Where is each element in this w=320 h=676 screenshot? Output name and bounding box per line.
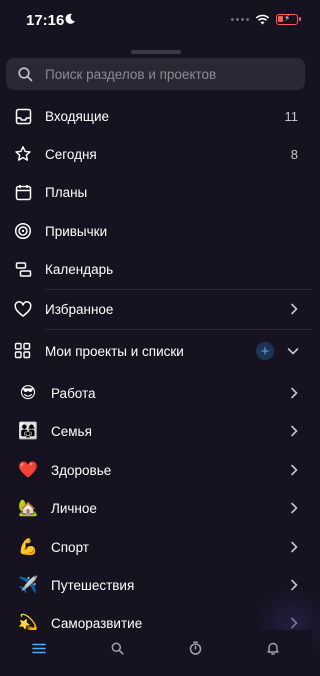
project-label: Здоровье <box>51 462 112 478</box>
project-label: Спорт <box>51 539 89 555</box>
status-time: 17:16 <box>26 12 65 29</box>
menu-item-favorites[interactable]: Избранное <box>0 290 312 328</box>
drag-handle[interactable] <box>131 50 181 54</box>
divider <box>45 329 312 330</box>
status-bar: 17:16 ⚡ <box>0 0 312 40</box>
search-icon <box>18 66 33 81</box>
menu-item-habits[interactable]: Привычки <box>0 212 312 250</box>
project-item-health[interactable]: ❤️ Здоровье <box>0 451 312 489</box>
bell-icon[interactable] <box>263 638 283 658</box>
chevron-right-icon <box>291 541 298 553</box>
timeline-icon <box>14 260 32 278</box>
menu-item-label: Сегодня <box>45 146 97 162</box>
menu-item-label: Избранное <box>45 301 114 317</box>
project-label: Саморазвитие <box>51 615 143 631</box>
inbox-icon <box>14 107 32 125</box>
wifi-icon <box>255 14 270 25</box>
menu-icon[interactable] <box>29 638 49 658</box>
menu-item-label: Планы <box>45 184 88 200</box>
project-emoji: 💪 <box>18 537 38 556</box>
menu-item-plans[interactable]: Планы <box>0 173 312 211</box>
chevron-right-icon <box>291 387 298 399</box>
project-item-personal[interactable]: 🏡 Личное <box>0 489 312 527</box>
chevron-right-icon <box>291 502 298 514</box>
project-label: Работа <box>51 385 96 401</box>
project-emoji: 👨‍👩‍👧 <box>18 421 38 440</box>
target-icon <box>14 222 32 240</box>
menu-item-inbox[interactable]: Входящие 11 <box>0 97 312 135</box>
star-icon <box>14 145 32 163</box>
project-label: Семья <box>51 423 92 439</box>
timer-icon[interactable] <box>185 638 205 658</box>
calendar-icon <box>14 183 32 201</box>
chevron-right-icon <box>291 464 298 476</box>
projects-header-label: Мои проекты и списки <box>45 344 184 359</box>
chevron-right-icon <box>291 303 298 315</box>
chevron-right-icon <box>291 425 298 437</box>
heart-icon <box>14 300 32 318</box>
project-label: Личное <box>51 500 97 516</box>
project-emoji: ✈️ <box>18 575 38 594</box>
projects-header[interactable]: Мои проекты и списки + <box>0 332 312 370</box>
battery-icon: ⚡ <box>276 13 301 25</box>
project-label: Путешествия <box>51 577 135 593</box>
search-icon[interactable] <box>107 638 127 658</box>
search-input[interactable]: Поиск разделов и проектов <box>6 58 305 90</box>
moon-icon <box>65 13 75 24</box>
project-emoji: ❤️ <box>18 460 38 479</box>
search-placeholder: Поиск разделов и проектов <box>45 66 217 82</box>
menu-item-label: Привычки <box>45 223 108 239</box>
project-emoji: 🏡 <box>18 498 38 517</box>
inbox-count-badge: 11 <box>284 108 299 124</box>
bottom-nav <box>0 630 312 676</box>
menu-item-label: Входящие <box>45 108 110 124</box>
project-item-work[interactable]: 😎 Работа <box>0 374 312 412</box>
grid-icon <box>14 342 31 364</box>
menu-item-today[interactable]: Сегодня 8 <box>0 135 312 173</box>
project-item-sport[interactable]: 💪 Спорт <box>0 528 312 566</box>
chevron-down-icon[interactable] <box>287 347 299 355</box>
today-count-badge: 8 <box>290 146 298 162</box>
project-item-family[interactable]: 👨‍👩‍👧 Семья <box>0 412 312 450</box>
menu-item-calendar[interactable]: Календарь <box>0 250 312 288</box>
project-emoji: 😎 <box>19 383 37 402</box>
menu-item-label: Календарь <box>45 261 114 277</box>
add-project-button[interactable]: + <box>256 342 274 360</box>
status-indicators: ⚡ <box>231 13 301 25</box>
signal-icon <box>231 18 249 21</box>
